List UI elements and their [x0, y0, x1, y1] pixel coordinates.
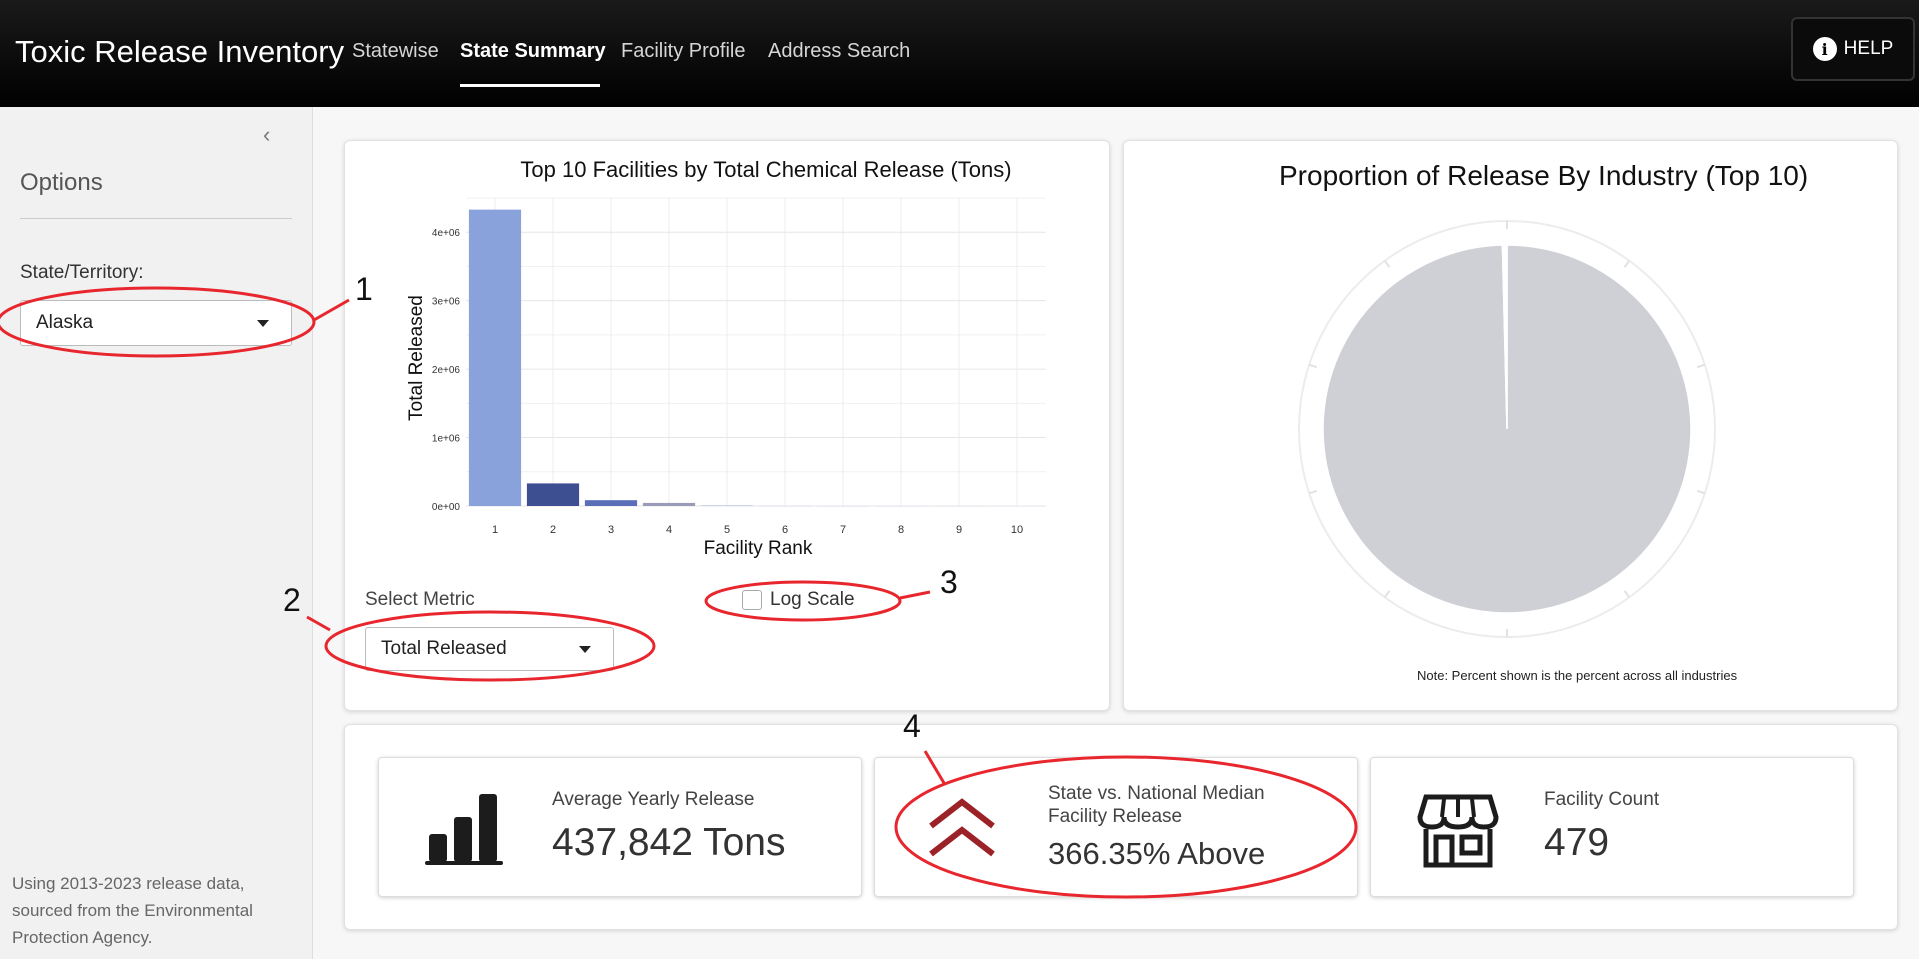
info-icon: i	[1812, 37, 1837, 61]
pie-ring-tick	[1623, 590, 1631, 598]
pie-ring-tick	[1696, 363, 1706, 369]
x-tick-label: 6	[782, 524, 788, 536]
pie-chart	[1298, 220, 1716, 638]
app-title[interactable]: Toxic Release Inventory	[15, 34, 344, 70]
facility-count-card: Facility Count 479	[1370, 757, 1854, 897]
help-button[interactable]: i HELP	[1791, 17, 1915, 81]
storefront-icon	[1417, 794, 1499, 868]
pie-ring-tick	[1623, 260, 1631, 268]
state-select[interactable]: Alaska	[20, 300, 292, 346]
x-tick-label: 4	[666, 524, 672, 536]
bar-chart: Top 10 Facilities by Total Chemical Rele…	[406, 157, 1046, 559]
bar	[526, 483, 580, 506]
bar	[758, 505, 812, 507]
stat-value: 366.35% Above	[1048, 836, 1266, 871]
stat-value: 479	[1544, 821, 1610, 864]
bar	[874, 505, 928, 507]
pie-ring-tick	[1383, 260, 1391, 268]
bar	[816, 505, 870, 507]
data-source-note: Using 2013-2023 release data, sourced fr…	[12, 874, 253, 947]
nav-address-search[interactable]: Address Search	[768, 40, 910, 63]
pie-ring-tick	[1696, 489, 1706, 495]
log-scale-label: Log Scale	[770, 589, 855, 610]
nav-facility-profile[interactable]: Facility Profile	[621, 40, 745, 63]
x-tick-label: 10	[1011, 524, 1023, 536]
state-select-value: Alaska	[36, 312, 94, 333]
metric-select[interactable]: Total Released	[365, 627, 614, 671]
y-tick-label: 2e+06	[432, 365, 461, 376]
state-label: State/Territory:	[20, 262, 144, 283]
stat-value: 437,842 Tons	[552, 821, 786, 864]
pie-chart-title: Proportion of Release By Industry (Top 1…	[1279, 160, 1809, 191]
x-tick-label: 2	[550, 524, 556, 536]
bar-chart-icon	[425, 794, 503, 865]
log-scale-checkbox[interactable]	[742, 590, 762, 610]
bar	[932, 505, 986, 507]
annotation-number-2: 2	[283, 582, 301, 618]
metric-label: Select Metric	[365, 589, 475, 610]
y-tick-label: 1e+06	[432, 434, 461, 445]
nav-statewise[interactable]: Statewise	[352, 40, 439, 63]
chevron-down-icon	[579, 646, 591, 653]
options-title: Options	[20, 169, 103, 196]
stat-label: Average Yearly Release	[552, 789, 755, 810]
log-scale-toggle[interactable]: Log Scale	[742, 589, 855, 611]
annotation-number-3: 3	[940, 564, 958, 600]
bar	[468, 209, 522, 506]
stat-label: Facility Count	[1544, 789, 1660, 810]
x-tick-label: 9	[956, 524, 962, 536]
bar	[990, 505, 1044, 507]
top-navbar: Toxic Release Inventory Statewise State …	[0, 0, 1919, 107]
metric-select-value: Total Released	[381, 638, 507, 659]
y-tick-label: 3e+06	[432, 297, 461, 308]
bar-chart-title: Top 10 Facilities by Total Chemical Rele…	[520, 157, 1011, 182]
pie-ring-tick	[1308, 489, 1318, 495]
help-label: HELP	[1843, 38, 1894, 59]
annotation-number-1: 1	[355, 271, 373, 307]
x-tick-label: 3	[608, 524, 614, 536]
stat-label: State vs. National Median Facility Relea…	[1048, 783, 1265, 827]
x-tick-label: 8	[898, 524, 904, 536]
y-axis-label: Total Released	[406, 295, 427, 421]
x-tick-label: 7	[840, 524, 846, 536]
sidebar: ‹ Options State/Territory: Alaska Using …	[0, 107, 313, 959]
bar	[642, 502, 696, 506]
active-tab-indicator	[460, 84, 600, 87]
median-compare-card: State vs. National Median Facility Relea…	[874, 757, 1358, 897]
pie-ring-tick	[1383, 590, 1391, 598]
bar	[584, 500, 638, 506]
bar	[700, 505, 754, 506]
pie-ring-tick	[1308, 363, 1318, 369]
x-axis-label: Facility Rank	[704, 538, 813, 559]
y-tick-label: 0e+00	[432, 502, 461, 513]
x-tick-label: 5	[724, 524, 730, 536]
avg-release-card: Average Yearly Release 437,842 Tons	[378, 757, 862, 897]
y-tick-label: 4e+06	[432, 228, 461, 239]
nav-state-summary[interactable]: State Summary	[460, 40, 606, 63]
chevron-down-icon	[257, 320, 269, 327]
x-tick-label: 1	[492, 524, 498, 536]
pie-note: Note: Percent shown is the percent acros…	[1417, 668, 1738, 683]
chevron-up-double-icon	[929, 798, 995, 857]
collapse-sidebar-icon[interactable]: ‹	[263, 122, 270, 148]
annotation-number-4: 4	[903, 708, 921, 744]
options-divider	[20, 218, 292, 219]
